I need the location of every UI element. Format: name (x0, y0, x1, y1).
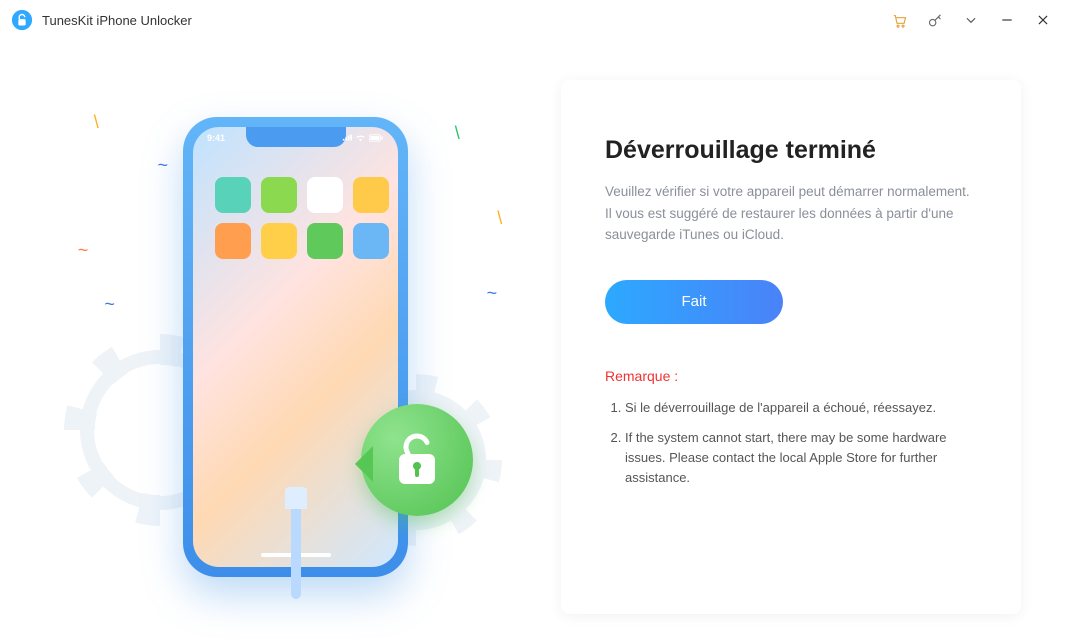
unlock-success-icon (361, 404, 473, 516)
app-logo-icon (10, 8, 34, 32)
cart-icon[interactable] (881, 2, 917, 38)
app-grid (215, 177, 389, 259)
key-icon[interactable] (917, 2, 953, 38)
note-heading: Remarque : (605, 368, 977, 384)
result-panel: Déverrouillage terminé Veuillez vérifier… (561, 80, 1021, 614)
phone-illustration: \ ~ \ \ ~ ~ ~ 9:41 (30, 80, 561, 614)
dropdown-icon[interactable] (953, 2, 989, 38)
status-indicators (342, 133, 384, 143)
panel-heading: Déverrouillage terminé (605, 136, 977, 165)
panel-description: Veuillez vérifier si votre appareil peut… (605, 181, 977, 246)
close-button[interactable] (1025, 2, 1061, 38)
note-item: If the system cannot start, there may be… (625, 428, 977, 488)
phone-mockup: 9:41 (183, 117, 408, 577)
main-content: \ ~ \ \ ~ ~ ~ 9:41 (0, 40, 1071, 644)
phone-statusbar: 9:41 (207, 133, 384, 143)
phone-clock: 9:41 (207, 133, 225, 143)
titlebar: TunesKit iPhone Unlocker (0, 0, 1071, 40)
note-list: Si le déverrouillage de l'appareil a éch… (605, 398, 977, 489)
note-item: Si le déverrouillage de l'appareil a éch… (625, 398, 977, 418)
cable-illustration (283, 487, 309, 607)
done-button[interactable]: Fait (605, 280, 783, 324)
minimize-button[interactable] (989, 2, 1025, 38)
app-title: TunesKit iPhone Unlocker (42, 13, 192, 28)
